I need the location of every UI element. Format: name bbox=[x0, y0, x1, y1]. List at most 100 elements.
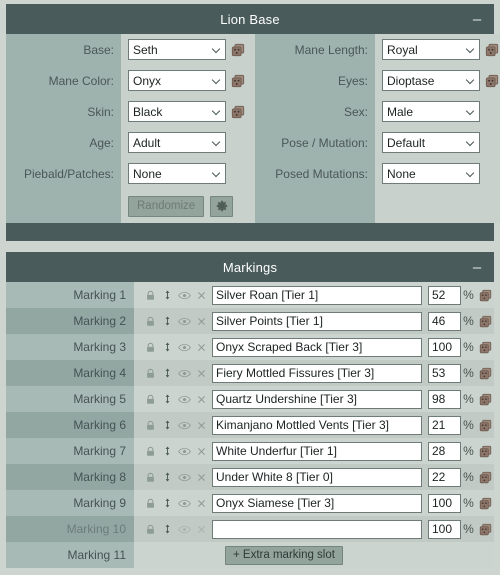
eye-icon[interactable] bbox=[176, 313, 193, 330]
close-x-icon[interactable] bbox=[193, 287, 210, 304]
marking-name-input[interactable] bbox=[212, 311, 422, 331]
updown-arrow-icon[interactable] bbox=[159, 417, 176, 434]
lock-icon[interactable] bbox=[142, 469, 159, 486]
marking-percent-input[interactable] bbox=[428, 493, 461, 513]
marking-percent-input[interactable] bbox=[428, 415, 461, 435]
right-label-column: Mane Length: Eyes: Sex: Pose / Mutation:… bbox=[255, 34, 375, 223]
eye-icon[interactable] bbox=[176, 469, 193, 486]
eyes-select[interactable]: Dioptase bbox=[382, 70, 480, 91]
marking-percent-input[interactable] bbox=[428, 389, 461, 409]
randomize-button[interactable]: Randomize bbox=[128, 195, 205, 217]
percent-sign: % bbox=[463, 470, 474, 484]
updown-arrow-icon[interactable] bbox=[159, 339, 176, 356]
chevron-down-icon bbox=[467, 169, 475, 177]
eye-icon[interactable] bbox=[176, 339, 193, 356]
marking-percent-input[interactable] bbox=[428, 311, 461, 331]
chevron-down-icon bbox=[213, 107, 221, 115]
marking-name-input[interactable] bbox=[212, 493, 422, 513]
lock-icon[interactable] bbox=[142, 417, 159, 434]
lock-icon[interactable] bbox=[142, 521, 159, 538]
close-x-icon[interactable] bbox=[193, 391, 210, 408]
close-x-icon[interactable] bbox=[193, 339, 210, 356]
marking-row-controls: % bbox=[134, 386, 494, 412]
marking-percent-input[interactable] bbox=[428, 285, 461, 305]
updown-arrow-icon[interactable] bbox=[159, 469, 176, 486]
sex-select[interactable]: Male bbox=[382, 101, 480, 122]
marking-row-label: Marking 10 bbox=[6, 516, 134, 542]
marking-row: Marking 8% bbox=[6, 464, 494, 490]
marking-percent-input[interactable] bbox=[428, 363, 461, 383]
dice-icon[interactable] bbox=[485, 43, 499, 57]
marking-name-input[interactable] bbox=[212, 389, 422, 409]
lock-icon[interactable] bbox=[142, 495, 159, 512]
eye-icon[interactable] bbox=[176, 495, 193, 512]
marking-row-icons bbox=[142, 365, 212, 382]
marking-percent-input[interactable] bbox=[428, 519, 461, 539]
lock-icon[interactable] bbox=[142, 365, 159, 382]
close-x-icon[interactable] bbox=[193, 443, 210, 460]
eye-icon[interactable] bbox=[176, 443, 193, 460]
posed-mutations-select[interactable]: None bbox=[382, 163, 480, 184]
eye-icon[interactable] bbox=[176, 391, 193, 408]
dice-icon[interactable] bbox=[231, 43, 245, 57]
dice-icon[interactable] bbox=[476, 523, 494, 536]
dice-icon[interactable] bbox=[476, 341, 494, 354]
field-label: Age: bbox=[89, 135, 114, 150]
age-select[interactable]: Adult bbox=[128, 132, 226, 153]
marking-row-icons bbox=[142, 339, 212, 356]
piebald-patches-select[interactable]: None bbox=[128, 163, 226, 184]
dice-icon[interactable] bbox=[476, 289, 494, 302]
eye-icon bbox=[176, 521, 193, 538]
pose-mutation-select[interactable]: Default bbox=[382, 132, 480, 153]
eye-icon[interactable] bbox=[176, 365, 193, 382]
add-extra-marking-slot-button[interactable]: + Extra marking slot bbox=[225, 545, 343, 565]
updown-arrow-icon[interactable] bbox=[159, 313, 176, 330]
close-x-icon[interactable] bbox=[193, 417, 210, 434]
mane-length-select[interactable]: Royal bbox=[382, 39, 480, 60]
updown-arrow-icon[interactable] bbox=[159, 443, 176, 460]
eye-icon[interactable] bbox=[176, 287, 193, 304]
marking-name-input[interactable] bbox=[212, 285, 422, 305]
marking-percent-input[interactable] bbox=[428, 467, 461, 487]
dice-icon[interactable] bbox=[476, 445, 494, 458]
lock-icon[interactable] bbox=[142, 313, 159, 330]
close-x-icon[interactable] bbox=[193, 313, 210, 330]
eye-icon[interactable] bbox=[176, 417, 193, 434]
mane-color-select[interactable]: Onyx bbox=[128, 70, 226, 91]
collapse-markings-button[interactable]: – bbox=[468, 252, 486, 282]
marking-name-input[interactable] bbox=[212, 363, 422, 383]
updown-arrow-icon[interactable] bbox=[159, 287, 176, 304]
marking-percent-input[interactable] bbox=[428, 441, 461, 461]
dice-icon[interactable] bbox=[485, 74, 499, 88]
dice-icon[interactable] bbox=[476, 367, 494, 380]
marking-name-input[interactable] bbox=[212, 415, 422, 435]
dice-icon[interactable] bbox=[231, 74, 245, 88]
skin-select[interactable]: Black bbox=[128, 101, 226, 122]
updown-arrow-icon[interactable] bbox=[159, 521, 176, 538]
dice-icon[interactable] bbox=[231, 105, 245, 119]
marking-name-input[interactable] bbox=[212, 467, 422, 487]
lock-icon[interactable] bbox=[142, 287, 159, 304]
dice-icon[interactable] bbox=[476, 497, 494, 510]
marking-name-input[interactable] bbox=[212, 441, 422, 461]
base-select[interactable]: Seth bbox=[128, 39, 226, 60]
dice-icon[interactable] bbox=[476, 315, 494, 328]
dice-icon[interactable] bbox=[476, 471, 494, 484]
collapse-lion-base-button[interactable]: – bbox=[468, 4, 486, 34]
dice-icon[interactable] bbox=[476, 393, 494, 406]
marking-percent-input[interactable] bbox=[428, 337, 461, 357]
lock-icon[interactable] bbox=[142, 391, 159, 408]
close-x-icon[interactable] bbox=[193, 469, 210, 486]
lock-icon[interactable] bbox=[142, 443, 159, 460]
close-x-icon[interactable] bbox=[193, 495, 210, 512]
updown-arrow-icon[interactable] bbox=[159, 365, 176, 382]
lock-icon[interactable] bbox=[142, 339, 159, 356]
marking-name-input[interactable] bbox=[212, 337, 422, 357]
close-x-icon[interactable] bbox=[193, 365, 210, 382]
marking-name-input[interactable] bbox=[212, 519, 422, 539]
updown-arrow-icon[interactable] bbox=[159, 495, 176, 512]
gear-icon[interactable] bbox=[210, 195, 234, 217]
dice-icon[interactable] bbox=[476, 419, 494, 432]
label-column-spacer bbox=[6, 189, 121, 223]
updown-arrow-icon[interactable] bbox=[159, 391, 176, 408]
